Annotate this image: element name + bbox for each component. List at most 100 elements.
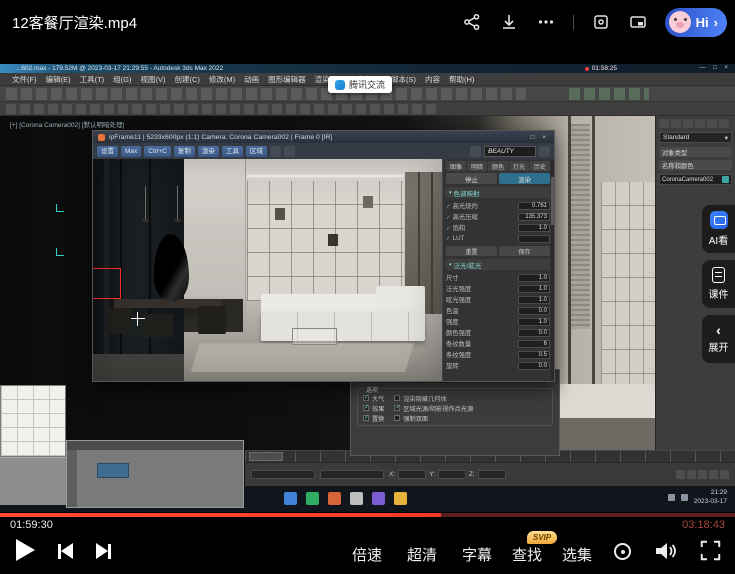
stop-button: 停止: [446, 173, 497, 184]
bloom-row: 泛光强度1.0: [446, 283, 550, 294]
glass-partition-mullion: [592, 116, 595, 416]
fullscreen-button[interactable]: [700, 540, 721, 566]
material-editor-toolbar: [67, 450, 77, 507]
render-toolbar-button: 复制: [174, 146, 195, 157]
progress-bar[interactable]: [0, 513, 735, 517]
notification-text: 腾讯交流: [349, 78, 385, 91]
gizmo-axis-icon: [56, 204, 64, 212]
fullscreen-icon: [700, 540, 721, 561]
render-toolbar-button: 设置: [97, 146, 118, 157]
download-icon[interactable]: [499, 12, 519, 32]
courseware-button[interactable]: 课件: [702, 260, 735, 308]
speed-menu[interactable]: 倍速: [352, 544, 382, 565]
panel-tab: 灯光: [509, 161, 529, 171]
panel-tab: 颜色: [488, 161, 508, 171]
bloom-row: 眩光强度1.0: [446, 294, 550, 305]
bloom-row: 色温0.0: [446, 305, 550, 316]
assistant-avatar: [669, 11, 691, 33]
tone-row: 高光烧灼0.761: [446, 200, 550, 211]
render-window: ipFrame11 | 5233x600px (1:1) Camera: Cor…: [92, 130, 555, 382]
channel-select-group: BEAUTY: [470, 146, 550, 157]
render-actions: 停止 渲染: [446, 173, 550, 184]
chevron-right-icon: ›: [714, 15, 718, 30]
viewport-label: [+] [Corona Camera002] [默认明暗处理]: [10, 119, 124, 129]
expand-button[interactable]: ‹ 展开: [702, 315, 735, 363]
status-field: [320, 470, 384, 479]
volume-button[interactable]: [655, 541, 679, 566]
prev-episode-button[interactable]: [58, 543, 73, 559]
topbar-divider: [573, 15, 574, 30]
share-icon[interactable]: [462, 12, 482, 32]
tray-date: 2023-03-17: [694, 498, 727, 505]
max-titlebar-text: ...602.max - 179.52M @ 2023-03-17 21:29:…: [16, 65, 223, 72]
speaker-icon: [655, 541, 679, 561]
bloom-row: 颜色强度0.0: [446, 327, 550, 338]
background-floor: [555, 418, 655, 450]
option-checkbox: 效果: [363, 403, 384, 413]
pip-icon[interactable]: [628, 12, 648, 32]
render-window-toolbar: 设置MaxCtrl+C复制渲染工具区域 BEAUTY: [93, 143, 554, 159]
object-type-rollout: 对象类型: [659, 147, 732, 157]
y-label: Y:: [429, 471, 435, 478]
record-icon[interactable]: [614, 543, 631, 560]
subtitle-menu[interactable]: 字幕: [462, 544, 492, 565]
options-title: 选项: [364, 385, 380, 394]
zoom-icon: [270, 146, 281, 157]
name-color-rollout: 名称和颜色: [659, 160, 732, 170]
menu-item: 图形编辑器: [268, 74, 306, 85]
play-button[interactable]: [16, 539, 35, 561]
menu-item: 工具(T): [80, 74, 105, 85]
more-icon[interactable]: [536, 12, 556, 32]
options-column-2: 渲染隐藏几何体区域光源/阴影视作点光源强制双面: [394, 393, 473, 423]
tray-clock: 21:29 2023-03-17: [694, 489, 727, 507]
background-shelf: [601, 182, 655, 417]
assistant-pill[interactable]: Hi ›: [665, 8, 727, 37]
tone-row: 饱和1.0: [446, 222, 550, 233]
tone-mini-button: 重置: [446, 246, 497, 256]
option-checkbox: 置换: [363, 413, 384, 423]
ai-watch-button[interactable]: AI看: [702, 205, 735, 253]
panel-tab: 历史: [530, 161, 550, 171]
panel-tab: 明暗: [467, 161, 487, 171]
current-time: 01:59:30: [10, 519, 53, 531]
material-editor-titlebar: [67, 441, 243, 450]
menu-item: 视图(V): [141, 74, 166, 85]
quality-menu[interactable]: 超清: [407, 544, 437, 565]
expand-label: 展开: [709, 339, 729, 354]
video-frame[interactable]: ...602.max - 179.52M @ 2023-03-17 21:29:…: [0, 64, 735, 512]
panel-tab: 图像: [446, 161, 466, 171]
tone-row: LUT: [446, 233, 550, 244]
tray-icon: [668, 494, 675, 501]
panel-scrollbar: [551, 159, 554, 381]
toolbar-icons-right: [569, 88, 649, 100]
episodes-menu[interactable]: 选集: [562, 544, 592, 565]
channel-prev-icon: [470, 146, 481, 157]
search-menu[interactable]: 查找: [512, 544, 542, 565]
render-toolbar-button: Max: [121, 146, 141, 157]
tone-mini-button: 保存: [499, 246, 550, 256]
max-toolbar-row2: [0, 102, 735, 116]
channel-next-icon: [539, 146, 550, 157]
zoom-out-icon: [284, 146, 295, 157]
render-window-title: ipFrame11 | 5233x600px (1:1) Camera: Cor…: [109, 134, 332, 141]
render-settings-panel: 图像明暗颜色灯光历史 停止 渲染 色调映射 高光烧灼0.761高光压缩135.3…: [442, 159, 554, 381]
progress-played: [0, 513, 441, 517]
next-episode-button[interactable]: [96, 543, 111, 559]
gizmo-axis-icon: [56, 248, 64, 256]
animation-controls: [676, 470, 729, 479]
render-toolbar-button: 工具: [222, 146, 243, 157]
taskbar-app-icons: [284, 492, 407, 505]
blinds: [571, 124, 590, 329]
menu-item: 动画: [244, 74, 259, 85]
coordinate-fields: X: Y: Z:: [389, 470, 506, 479]
options-group: 选项 大气效果置换 渲染隐藏几何体区域光源/阴影视作点光源强制双面: [357, 388, 553, 426]
render-toolbar-button: 区域: [246, 146, 267, 157]
option-checkbox: 强制双面: [394, 413, 473, 423]
chevron-down-icon: ▾: [725, 134, 728, 142]
menu-item: 脚本(S): [391, 74, 416, 85]
topbar: 12客餐厅渲染.mp4: [0, 0, 735, 44]
screenshot-icon[interactable]: [591, 12, 611, 32]
ai-watch-label: AI看: [709, 232, 728, 247]
render-toolbar-button: Ctrl+C: [144, 146, 171, 157]
corona-icon: [98, 134, 105, 141]
